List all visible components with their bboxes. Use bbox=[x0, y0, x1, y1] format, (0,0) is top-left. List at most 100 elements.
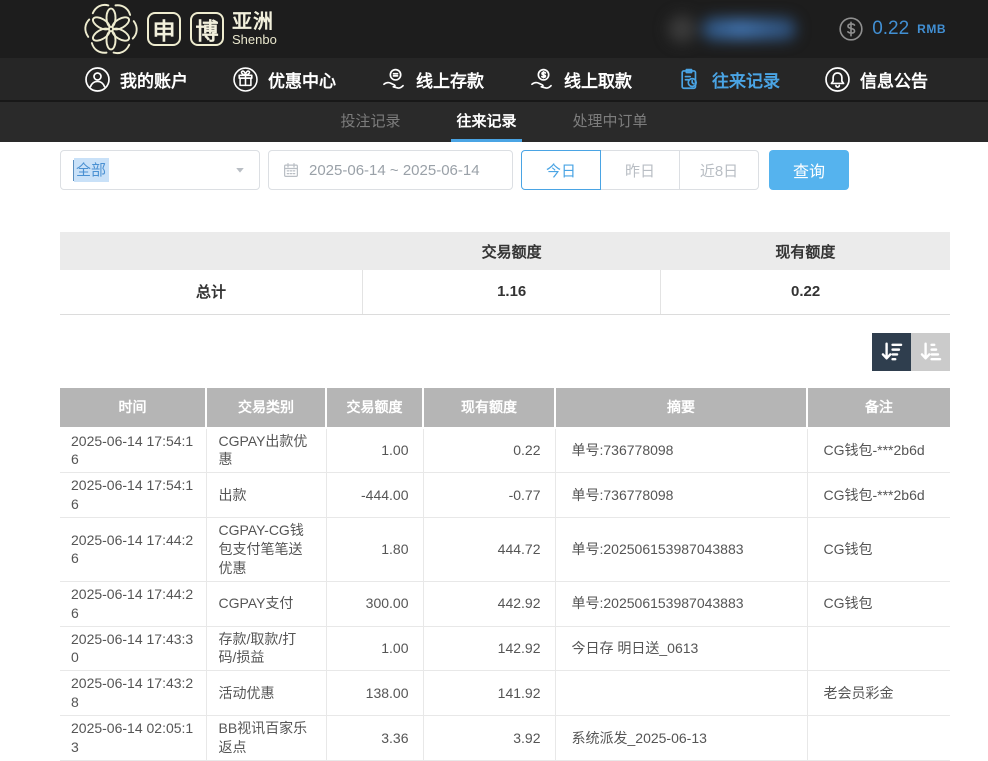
table-cell: 442.92 bbox=[423, 581, 555, 626]
bell-icon bbox=[824, 66, 851, 93]
table-cell: -0.77 bbox=[423, 473, 555, 518]
dollar-circle-icon bbox=[838, 16, 864, 42]
tab-betting-records[interactable]: 投注记录 bbox=[335, 102, 405, 142]
table-cell: CGPAY出款优惠 bbox=[206, 428, 326, 473]
header-right: 0.22 RMB bbox=[668, 14, 946, 44]
logo-region-text: 亚洲 bbox=[232, 12, 277, 33]
top-header: 申 博 亚洲 Shenbo 0.22 RMB bbox=[0, 0, 988, 58]
tab-processing-orders[interactable]: 处理中订单 bbox=[568, 102, 653, 142]
table-cell: 老会员彩金 bbox=[807, 671, 950, 716]
sort-ascending-button[interactable] bbox=[911, 333, 950, 371]
table-cell: CGPAY-CG钱包支付笔笔送优惠 bbox=[206, 518, 326, 582]
withdraw-icon bbox=[528, 66, 555, 93]
table-cell: 系统派发_2025-06-13 bbox=[555, 716, 807, 761]
nav-item-promo-center[interactable]: 优惠中心 bbox=[232, 66, 336, 93]
date-range-value: 2025-06-14 ~ 2025-06-14 bbox=[309, 162, 480, 179]
table-cell: 3.36 bbox=[326, 716, 423, 761]
shenbo-flower-icon bbox=[84, 2, 138, 56]
logo-char-box: 博 bbox=[190, 12, 224, 46]
summary-header-current-amount: 现有额度 bbox=[661, 232, 950, 270]
table-cell: 活动优惠 bbox=[206, 671, 326, 716]
records-icon bbox=[676, 66, 703, 93]
summary-total-row: 总计 1.16 0.22 bbox=[60, 270, 950, 314]
table-row: 2025-06-14 02:05:13BB视讯百家乐返点3.363.92系统派发… bbox=[60, 716, 950, 761]
table-cell: CGPAY支付 bbox=[206, 581, 326, 626]
summary-total-label: 总计 bbox=[60, 270, 363, 314]
quick-range-yesterday[interactable]: 昨日 bbox=[600, 150, 680, 190]
logo-char-box: 申 bbox=[147, 12, 181, 46]
calendar-icon bbox=[282, 161, 300, 179]
user-icon bbox=[84, 66, 111, 93]
table-cell: 300.00 bbox=[326, 581, 423, 626]
quick-range-today[interactable]: 今日 bbox=[521, 150, 601, 190]
logo-subtitle: Shenbo bbox=[232, 33, 277, 47]
transaction-type-select[interactable]: 全部 bbox=[60, 150, 260, 190]
table-cell: 138.00 bbox=[326, 671, 423, 716]
table-row: 2025-06-14 17:43:30存款/取款/打码/损益1.00142.92… bbox=[60, 626, 950, 671]
transactions-body: 2025-06-14 17:54:16CGPAY出款优惠1.000.22单号:7… bbox=[60, 428, 950, 761]
nav-item-transaction-records[interactable]: 往来记录 bbox=[676, 66, 780, 93]
table-row: 2025-06-14 17:54:16CGPAY出款优惠1.000.22单号:7… bbox=[60, 428, 950, 473]
transactions-header-row: 时间交易类别交易额度现有额度摘要备注 bbox=[60, 388, 950, 428]
table-cell: 2025-06-14 17:54:16 bbox=[60, 473, 206, 518]
column-header: 摘要 bbox=[555, 388, 807, 428]
tab-transaction-records[interactable]: 往来记录 bbox=[451, 102, 521, 142]
search-button[interactable]: 查询 bbox=[769, 150, 849, 190]
balance-display: 0.22 RMB bbox=[838, 16, 946, 42]
table-cell: 1.80 bbox=[326, 518, 423, 582]
redacted-username[interactable] bbox=[668, 14, 796, 44]
table-cell: 2025-06-14 17:54:16 bbox=[60, 428, 206, 473]
content: 全部 2025-06-14 ~ 2025-06-14 今日昨日近8日 查询 交易… bbox=[60, 150, 950, 761]
nav-item-label: 线上取款 bbox=[564, 67, 632, 92]
transactions-table: 时间交易类别交易额度现有额度摘要备注 2025-06-14 17:54:16CG… bbox=[60, 388, 950, 761]
chevron-down-icon bbox=[233, 163, 247, 177]
nav-item-label: 信息公告 bbox=[860, 67, 928, 92]
nav-item-label: 往来记录 bbox=[712, 67, 780, 92]
column-header: 时间 bbox=[60, 388, 206, 428]
table-row: 2025-06-14 17:44:26CGPAY支付300.00442.92单号… bbox=[60, 581, 950, 626]
table-cell: 2025-06-14 02:05:13 bbox=[60, 716, 206, 761]
table-cell: 2025-06-14 17:44:26 bbox=[60, 518, 206, 582]
summary-header-transaction-amount: 交易额度 bbox=[363, 232, 661, 270]
nav-item-announcements[interactable]: 信息公告 bbox=[824, 66, 928, 93]
deposit-icon bbox=[380, 66, 407, 93]
date-range-input[interactable]: 2025-06-14 ~ 2025-06-14 bbox=[268, 150, 513, 190]
table-cell bbox=[807, 626, 950, 671]
table-cell bbox=[555, 671, 807, 716]
shenbo-logo[interactable]: 申 博 亚洲 Shenbo bbox=[84, 2, 277, 56]
table-cell: 0.22 bbox=[423, 428, 555, 473]
summary-transaction-amount: 1.16 bbox=[363, 270, 661, 314]
nav-item-label: 线上存款 bbox=[416, 67, 484, 92]
avatar bbox=[668, 15, 696, 43]
table-cell: CG钱包-***2b6d bbox=[807, 473, 950, 518]
gift-icon bbox=[232, 66, 259, 93]
table-cell: 142.92 bbox=[423, 626, 555, 671]
table-cell: -444.00 bbox=[326, 473, 423, 518]
nav-item-online-withdrawal[interactable]: 线上取款 bbox=[528, 66, 632, 93]
table-cell: 444.72 bbox=[423, 518, 555, 582]
table-cell: CG钱包 bbox=[807, 581, 950, 626]
nav-item-label: 优惠中心 bbox=[268, 67, 336, 92]
filter-row: 全部 2025-06-14 ~ 2025-06-14 今日昨日近8日 查询 bbox=[60, 150, 950, 190]
table-cell: 2025-06-14 17:43:28 bbox=[60, 671, 206, 716]
balance-currency: RMB bbox=[917, 22, 946, 36]
sort-descending-icon bbox=[879, 339, 904, 364]
column-header: 交易类别 bbox=[206, 388, 326, 428]
summary-table: 交易额度 现有额度 总计 1.16 0.22 bbox=[60, 232, 950, 315]
column-header: 交易额度 bbox=[326, 388, 423, 428]
sort-descending-button[interactable] bbox=[872, 333, 911, 371]
table-cell: CG钱包-***2b6d bbox=[807, 428, 950, 473]
nav-item-my-account[interactable]: 我的账户 bbox=[84, 66, 188, 93]
summary-header-empty bbox=[60, 232, 363, 270]
column-header: 现有额度 bbox=[423, 388, 555, 428]
table-row: 2025-06-14 17:44:26CGPAY-CG钱包支付笔笔送优惠1.80… bbox=[60, 518, 950, 582]
nav-item-online-deposit[interactable]: 线上存款 bbox=[380, 66, 484, 93]
balance-amount: 0.22 bbox=[872, 18, 909, 40]
table-cell: 单号:202506153987043883 bbox=[555, 518, 807, 582]
username-blur bbox=[702, 18, 796, 40]
table-row: 2025-06-14 17:54:16出款-444.00-0.77单号:7367… bbox=[60, 473, 950, 518]
quick-range-last-8-days[interactable]: 近8日 bbox=[679, 150, 759, 190]
column-header: 备注 bbox=[807, 388, 950, 428]
summary-current-amount: 0.22 bbox=[661, 270, 950, 314]
main-nav: 我的账户 优惠中心 线上存款 线上取款 往来记录 信息公告 bbox=[0, 58, 988, 100]
